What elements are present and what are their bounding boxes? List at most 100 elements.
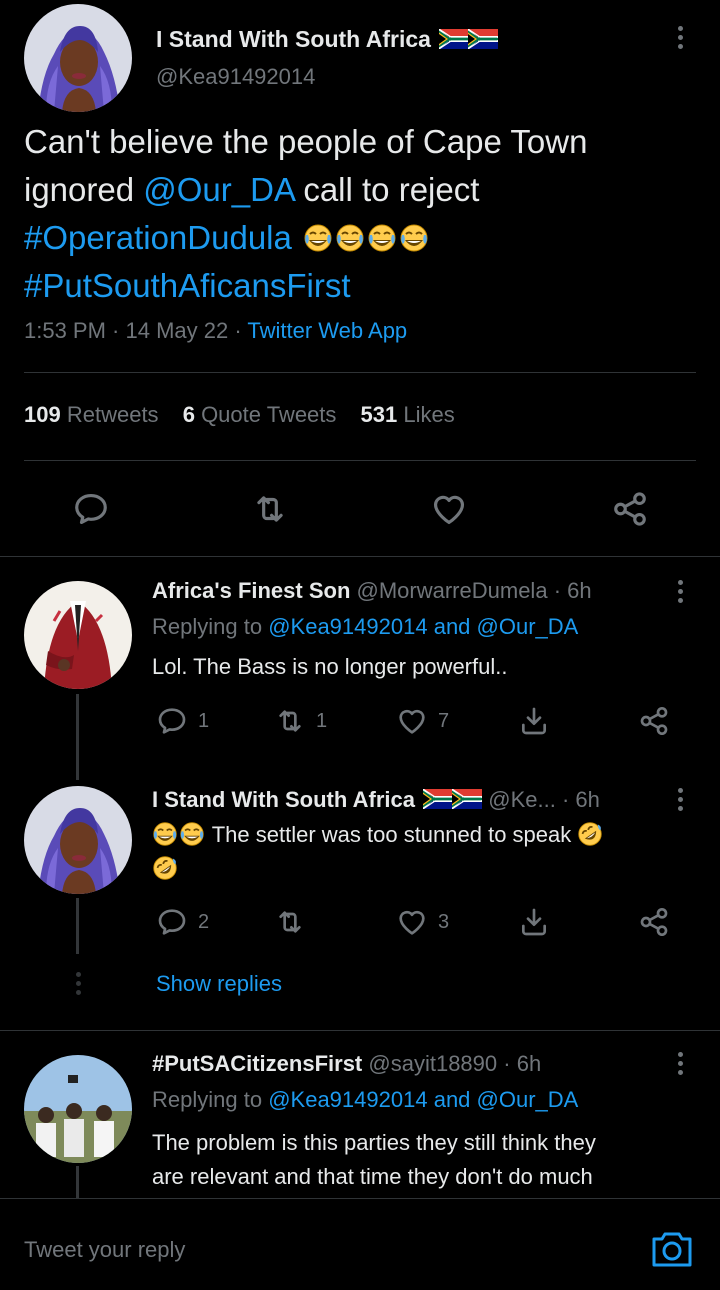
download-icon [518, 705, 550, 737]
handle[interactable]: @sayit18890 [368, 1051, 497, 1076]
reply-composer: Tweet your reply [0, 1198, 720, 1290]
more-icon[interactable] [676, 1052, 684, 1079]
share-button[interactable] [638, 705, 670, 737]
reply-button[interactable] [72, 490, 110, 528]
mention-link[interactable]: @Kea91492014 [268, 614, 427, 639]
reply-time[interactable]: 6h [567, 578, 591, 603]
reply-header: Africa's Finest Son @MorwarreDumela · 6h [152, 578, 592, 603]
reply-count: 2 [198, 910, 210, 933]
reply-input[interactable]: Tweet your reply [24, 1237, 185, 1263]
replying-to: Replying to @Kea91492014 and @Our_DA [152, 614, 578, 640]
laughing-emoji-icon [303, 223, 333, 253]
replying-to: Replying to @Kea91492014 and @Our_DA [152, 1087, 578, 1113]
likes-stat[interactable]: 531 Likes [361, 402, 455, 427]
share-button[interactable] [638, 906, 670, 938]
replying-to-label: Replying to [152, 614, 263, 639]
south-africa-flag-icon [452, 789, 482, 809]
like-icon [430, 490, 468, 528]
reply-avatar[interactable] [24, 1055, 132, 1163]
mention-link[interactable]: @Our_DA [477, 1087, 579, 1112]
laughing-emoji-icon [152, 821, 178, 847]
display-name[interactable]: #PutSACitizensFirst [152, 1051, 362, 1076]
reply-text-content: The settler was too stunned to speak [211, 822, 572, 847]
main-tweet-author[interactable]: I Stand With South Africa [156, 26, 498, 53]
tweet-time[interactable]: 1:53 PM [24, 318, 106, 343]
more-icon[interactable] [676, 788, 684, 815]
tweet-stats: 109 Retweets 6 Quote Tweets 531 Likes [24, 402, 455, 428]
divider [0, 1030, 720, 1031]
like-icon [396, 705, 428, 737]
avatar-image [24, 1055, 132, 1163]
show-replies-link[interactable]: Show replies [156, 971, 282, 997]
share-icon [638, 705, 670, 737]
rofl-emoji-icon [577, 821, 603, 847]
reply-text: The settler was too stunned to speak [152, 818, 692, 886]
reply-count: 1 [198, 709, 210, 732]
thread-line [76, 1166, 79, 1200]
avatar-image [24, 581, 132, 689]
retweet-button[interactable]: 1 [274, 705, 327, 737]
divider [24, 460, 696, 461]
quotes-stat[interactable]: 6 Quote Tweets [183, 402, 337, 427]
reply-time[interactable]: 6h [575, 787, 599, 812]
retweet-icon [251, 490, 289, 528]
tweet-source[interactable]: Twitter Web App [247, 318, 407, 343]
share-button[interactable] [611, 490, 649, 528]
share-icon [611, 490, 649, 528]
mention-link[interactable]: @Our_DA [477, 614, 579, 639]
reply-avatar[interactable] [24, 786, 132, 894]
handle[interactable]: @Ke... [488, 787, 556, 812]
like-icon [396, 906, 428, 938]
thread-line [76, 694, 79, 780]
laughing-emoji-icon [399, 223, 429, 253]
reply-header: #PutSACitizensFirst @sayit18890 · 6h [152, 1051, 542, 1076]
retweet-count: 1 [316, 709, 328, 732]
laughing-emoji-icon [335, 223, 365, 253]
handle[interactable]: @Kea91492014 [156, 64, 315, 90]
south-africa-flag-icon [423, 789, 453, 809]
hashtag-link[interactable]: #PutSouthAficansFirst [24, 267, 351, 304]
camera-button[interactable] [650, 1229, 694, 1274]
more-icon[interactable] [676, 26, 684, 53]
download-button[interactable] [518, 906, 550, 938]
reply-header: I Stand With South Africa @Ke... · 6h [152, 787, 600, 812]
mention-link[interactable]: @Our_DA [143, 171, 294, 208]
reply-icon [156, 705, 188, 737]
reply-text-line: The problem is this parties they still t… [152, 1130, 596, 1155]
replying-to-and: and [433, 614, 471, 639]
like-button[interactable]: 3 [396, 906, 449, 938]
thread-dots [74, 972, 82, 999]
avatar-image [24, 786, 132, 894]
reply-time[interactable]: 6h [517, 1051, 541, 1076]
retweet-button[interactable] [251, 490, 289, 528]
like-button[interactable] [430, 490, 468, 528]
display-name: I Stand With South Africa [156, 26, 431, 52]
retweet-icon [274, 705, 306, 737]
download-button[interactable] [518, 705, 550, 737]
reply-button[interactable]: 2 [156, 906, 209, 938]
hashtag-link[interactable]: #OperationDudula [24, 219, 292, 256]
like-button[interactable]: 7 [396, 705, 449, 737]
tweet-date[interactable]: 14 May 22 [126, 318, 229, 343]
reply-text-line: are relevant and that time they don't do… [152, 1164, 593, 1189]
tweet-text: Can't believe the people of Cape Town ig… [24, 118, 704, 310]
retweet-button[interactable] [274, 906, 306, 938]
retweet-icon [274, 906, 306, 938]
more-icon[interactable] [676, 580, 684, 607]
main-tweet-avatar[interactable] [24, 4, 132, 112]
display-name[interactable]: Africa's Finest Son [152, 578, 350, 603]
reply-button[interactable]: 1 [156, 705, 209, 737]
reply-avatar[interactable] [24, 581, 132, 689]
replying-to-label: Replying to [152, 1087, 263, 1112]
retweets-stat[interactable]: 109 Retweets [24, 402, 159, 427]
reply-icon [72, 490, 110, 528]
tweet-text-part: call to reject [303, 171, 480, 208]
south-africa-flag-icon [468, 29, 498, 49]
avatar-image [24, 4, 132, 112]
rofl-emoji-icon [152, 855, 178, 881]
handle[interactable]: @MorwarreDumela [357, 578, 548, 603]
display-name[interactable]: I Stand With South Africa [152, 787, 415, 812]
mention-link[interactable]: @Kea91492014 [268, 1087, 427, 1112]
share-icon [638, 906, 670, 938]
download-icon [518, 906, 550, 938]
